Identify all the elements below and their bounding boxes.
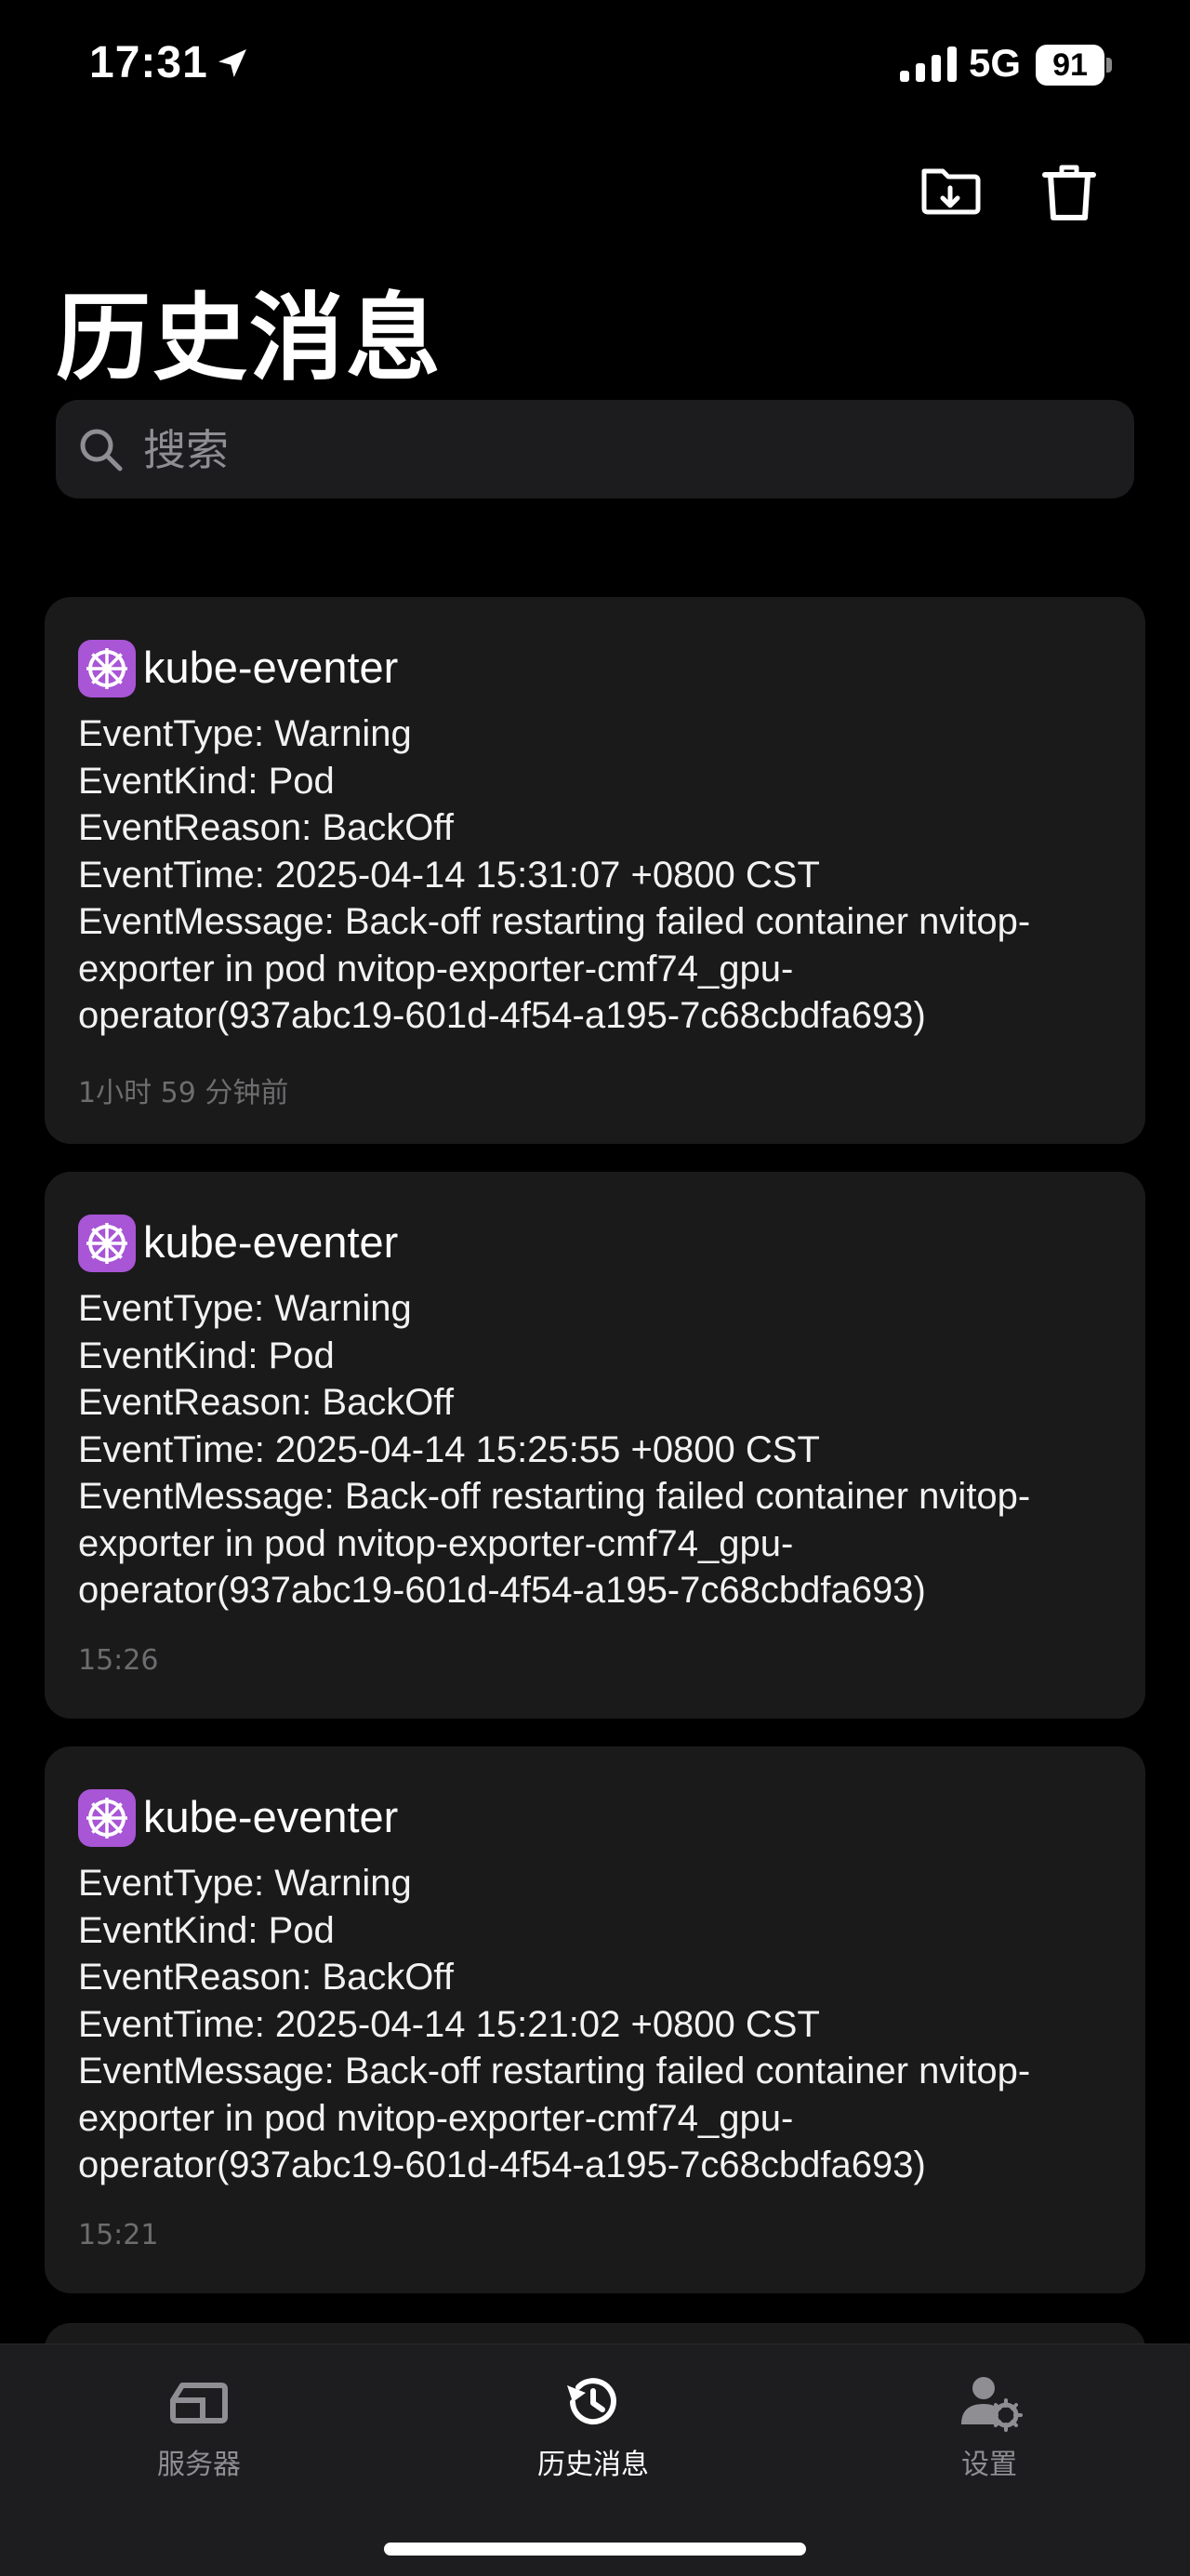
kubernetes-icon bbox=[78, 640, 136, 697]
page-title: 历史消息 bbox=[56, 285, 443, 392]
user-gear-icon bbox=[961, 2377, 1023, 2432]
event-type: EventType: Warning bbox=[78, 713, 412, 754]
tab-bar: 服务器 历史消息 设置 bbox=[0, 2344, 1190, 2576]
event-type: EventType: Warning bbox=[78, 1288, 412, 1329]
search-icon bbox=[80, 429, 123, 471]
battery-cap bbox=[1106, 58, 1112, 73]
tab-servers[interactable]: 服务器 bbox=[97, 2372, 301, 2484]
status-time: 17:31 bbox=[89, 38, 208, 87]
network-type: 5G bbox=[969, 41, 1022, 85]
card-source: kube-eventer bbox=[143, 643, 399, 692]
location-arrow-icon bbox=[218, 49, 246, 77]
event-type: EventType: Warning bbox=[78, 1863, 412, 1904]
history-icon bbox=[567, 2378, 616, 2425]
event-kind: EventKind: Pod bbox=[78, 1909, 335, 1951]
cellular-signal-icon bbox=[900, 46, 957, 82]
card-timestamp: 15:21 bbox=[78, 2219, 159, 2251]
battery-level: 91 bbox=[1036, 45, 1104, 86]
card-source: kube-eventer bbox=[143, 1792, 399, 1841]
event-time: EventTime: 2025-04-14 15:31:07 +0800 CST bbox=[78, 854, 820, 896]
home-indicator[interactable] bbox=[384, 2543, 806, 2556]
message-card[interactable]: kube-eventer EventType: Warning EventKin… bbox=[45, 1746, 1145, 2293]
event-message: EventMessage: Back-off restarting failed… bbox=[78, 901, 1031, 1036]
event-kind: EventKind: Pod bbox=[78, 760, 335, 802]
card-timestamp: 15:26 bbox=[78, 1644, 159, 1677]
kubernetes-icon bbox=[78, 1215, 136, 1272]
search-bar[interactable] bbox=[56, 400, 1134, 500]
card-body: EventType: Warning EventKind: Pod EventR… bbox=[78, 710, 1119, 1040]
card-body: EventType: Warning EventKind: Pod EventR… bbox=[78, 1860, 1119, 2189]
trash-icon bbox=[1042, 165, 1096, 220]
event-reason: EventReason: BackOff bbox=[78, 1382, 454, 1423]
tab-history[interactable]: 历史消息 bbox=[491, 2372, 695, 2484]
event-reason: EventReason: BackOff bbox=[78, 807, 454, 848]
event-kind: EventKind: Pod bbox=[78, 1334, 335, 1376]
event-message: EventMessage: Back-off restarting failed… bbox=[78, 2051, 1031, 2185]
card-body: EventType: Warning EventKind: Pod EventR… bbox=[78, 1285, 1119, 1614]
battery-icon: 91 bbox=[1036, 45, 1112, 86]
tab-label: 设置 bbox=[961, 2449, 1017, 2481]
server-icon bbox=[170, 2383, 228, 2423]
card-source: kube-eventer bbox=[143, 1217, 399, 1267]
status-bar: 17:31 5G 91 bbox=[0, 0, 1190, 130]
message-card[interactable]: kube-eventer EventType: Warning EventKin… bbox=[45, 597, 1145, 1144]
event-time: EventTime: 2025-04-14 15:25:55 +0800 CST bbox=[78, 1428, 820, 1470]
delete-all-button[interactable] bbox=[1034, 156, 1104, 227]
tab-label: 服务器 bbox=[157, 2449, 241, 2481]
search-input[interactable] bbox=[141, 400, 1112, 500]
folder-download-icon bbox=[921, 168, 981, 215]
tab-settings[interactable]: 设置 bbox=[887, 2372, 1091, 2484]
kubernetes-icon bbox=[78, 1789, 136, 1847]
event-time: EventTime: 2025-04-14 15:21:02 +0800 CST bbox=[78, 2003, 820, 2045]
tab-label: 历史消息 bbox=[537, 2449, 649, 2481]
event-reason: EventReason: BackOff bbox=[78, 1957, 454, 1998]
event-message: EventMessage: Back-off restarting failed… bbox=[78, 1476, 1031, 1611]
folder-download-button[interactable] bbox=[915, 156, 985, 227]
message-card[interactable]: kube-eventer EventType: Warning EventKin… bbox=[45, 1172, 1145, 1719]
card-timestamp: 1小时 59 分钟前 bbox=[78, 1077, 289, 1109]
